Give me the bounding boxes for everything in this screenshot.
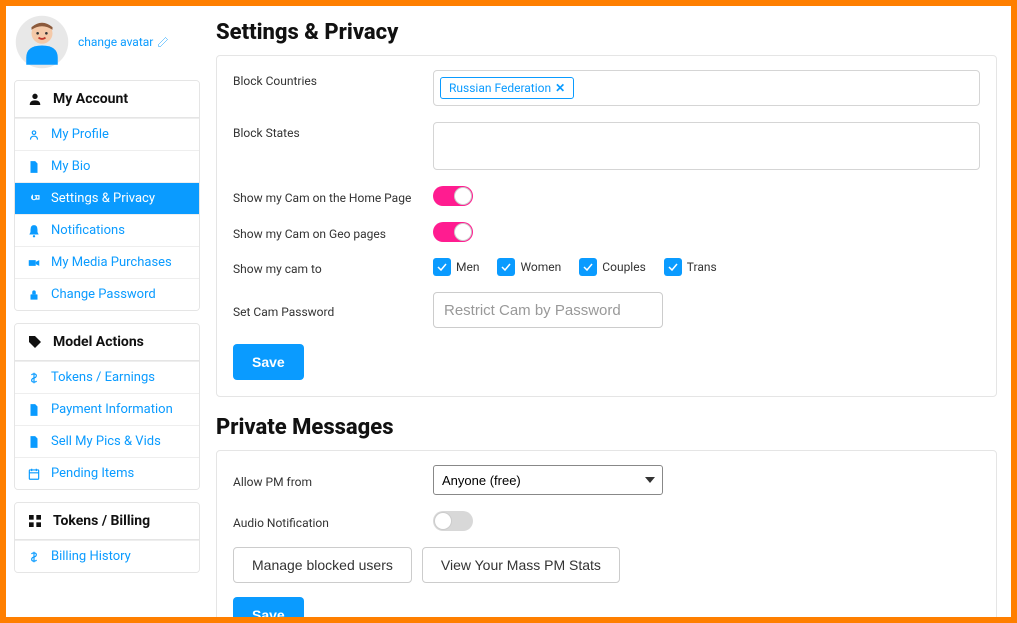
cam-password-input[interactable] (433, 292, 663, 328)
pencil-icon (157, 36, 169, 48)
show-cam-to-label: Show my cam to (233, 258, 433, 276)
calendar-icon (27, 467, 41, 481)
wrench-icon (27, 192, 41, 206)
set-cam-password-label: Set Cam Password (233, 301, 433, 319)
show-home-toggle[interactable] (433, 186, 473, 206)
change-avatar-label: change avatar (78, 35, 153, 49)
settings-privacy-title: Settings & Privacy (216, 20, 997, 45)
sidebar-item-label: Billing History (51, 549, 131, 564)
nav-group-account: My Account My Profile My Bio Settings & … (14, 80, 200, 311)
show-home-label: Show my Cam on the Home Page (233, 187, 433, 205)
document-icon (27, 403, 41, 417)
sidebar-item-billing-history[interactable]: Billing History (15, 540, 199, 572)
block-states-label: Block States (233, 122, 433, 140)
camera-icon (27, 256, 41, 270)
tag-icon (27, 334, 43, 350)
audio-notification-label: Audio Notification (233, 512, 433, 530)
user-icon (27, 91, 43, 107)
sidebar-item-label: Pending Items (51, 466, 134, 481)
nav-header-account: My Account (15, 81, 199, 118)
document-icon (27, 160, 41, 174)
country-tag: Russian Federation ✕ (440, 77, 574, 99)
nav-header-billing: Tokens / Billing (15, 503, 199, 540)
nav-group-model: Model Actions Tokens / Earnings Payment … (14, 323, 200, 490)
sidebar-item-tokens-earnings[interactable]: Tokens / Earnings (15, 361, 199, 393)
sidebar-item-label: Settings & Privacy (51, 191, 155, 206)
save-button[interactable]: Save (233, 344, 304, 380)
sidebar-item-notifications[interactable]: Notifications (15, 214, 199, 246)
nav-group-title: My Account (53, 91, 128, 107)
block-states-input[interactable] (433, 122, 980, 170)
document-icon (27, 435, 41, 449)
checkbox-couples[interactable]: Couples (579, 258, 645, 276)
sidebar-item-label: Notifications (51, 223, 125, 238)
sidebar-item-label: My Bio (51, 159, 90, 174)
show-geo-toggle[interactable] (433, 222, 473, 242)
checkbox-men[interactable]: Men (433, 258, 479, 276)
remove-tag-button[interactable]: ✕ (555, 81, 565, 95)
allow-pm-from-select[interactable]: Anyone (free) (433, 465, 663, 495)
user-circle-icon (27, 128, 41, 142)
dollar-icon (27, 550, 41, 564)
dollar-icon (27, 371, 41, 385)
sidebar-item-my-profile[interactable]: My Profile (15, 118, 199, 150)
sidebar-item-settings-privacy[interactable]: Settings & Privacy (15, 182, 199, 214)
manage-blocked-button[interactable]: Manage blocked users (233, 547, 412, 583)
private-messages-title: Private Messages (216, 415, 997, 440)
checkbox-women[interactable]: Women (497, 258, 561, 276)
sidebar-item-sell-pics-vids[interactable]: Sell My Pics & Vids (15, 425, 199, 457)
sidebar-item-label: Tokens / Earnings (51, 370, 155, 385)
sidebar-item-media-purchases[interactable]: My Media Purchases (15, 246, 199, 278)
nav-group-title: Tokens / Billing (53, 513, 150, 529)
block-countries-input[interactable]: Russian Federation ✕ (433, 70, 980, 106)
show-geo-label: Show my Cam on Geo pages (233, 223, 433, 241)
pm-panel: Allow PM from Anyone (free) Audio Notifi… (216, 450, 997, 617)
lock-icon (27, 288, 41, 302)
sidebar-item-my-bio[interactable]: My Bio (15, 150, 199, 182)
sidebar: change avatar My Account My Profile My B… (6, 6, 206, 617)
mass-pm-stats-button[interactable]: View Your Mass PM Stats (422, 547, 620, 583)
nav-header-model: Model Actions (15, 324, 199, 361)
sidebar-item-label: Sell My Pics & Vids (51, 434, 161, 449)
settings-panel: Block Countries Russian Federation ✕ Blo… (216, 55, 997, 397)
allow-pm-from-label: Allow PM from (233, 471, 433, 489)
avatar-block: change avatar (14, 14, 200, 70)
sidebar-item-payment-info[interactable]: Payment Information (15, 393, 199, 425)
nav-group-billing: Tokens / Billing Billing History (14, 502, 200, 573)
sidebar-item-label: My Media Purchases (51, 255, 172, 270)
main-content: Settings & Privacy Block Countries Russi… (206, 6, 1011, 617)
tag-label: Russian Federation (449, 81, 551, 95)
sidebar-item-pending-items[interactable]: Pending Items (15, 457, 199, 489)
sidebar-item-label: My Profile (51, 127, 109, 142)
sidebar-item-change-password[interactable]: Change Password (15, 278, 199, 310)
avatar-image (14, 14, 70, 70)
change-avatar-link[interactable]: change avatar (78, 35, 169, 49)
bell-icon (27, 224, 41, 238)
sidebar-item-label: Change Password (51, 287, 156, 302)
pm-save-button[interactable]: Save (233, 597, 304, 617)
sidebar-item-label: Payment Information (51, 402, 173, 417)
block-countries-label: Block Countries (233, 70, 433, 88)
audio-notification-toggle[interactable] (433, 511, 473, 531)
nav-group-title: Model Actions (53, 334, 144, 350)
checkbox-trans[interactable]: Trans (664, 258, 717, 276)
grid-icon (27, 513, 43, 529)
